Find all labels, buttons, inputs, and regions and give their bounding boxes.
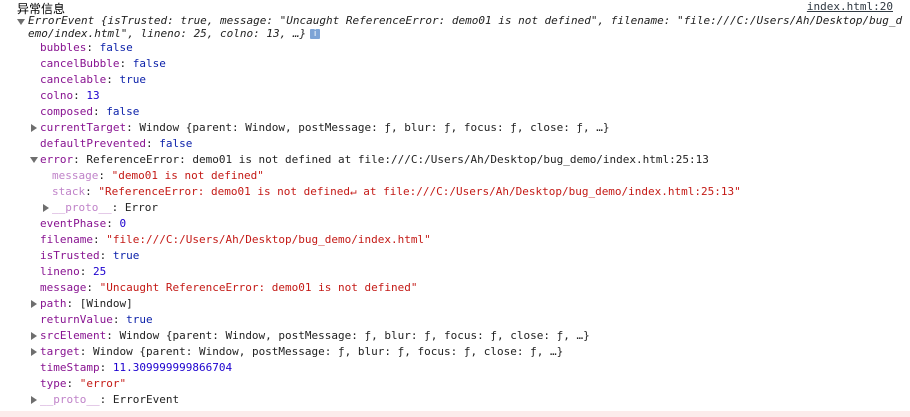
property-error-proto[interactable]: __proto__: Error	[0, 200, 900, 216]
property-value: "demo01 is not defined"	[111, 169, 264, 182]
property-timeStamp: timeStamp: 11.309999999866704	[40, 361, 233, 374]
expand-arrow-down-icon[interactable]	[30, 157, 38, 163]
property-colno: colno: 13	[40, 89, 100, 102]
property-key: cancelable	[40, 73, 107, 86]
property-value: 0	[119, 217, 127, 230]
property-error-message: message: "demo01 is not defined"	[52, 169, 264, 182]
property-value: false	[99, 41, 133, 54]
console-object-tree: ErrorEvent {isTrusted: true, message: "U…	[0, 14, 903, 408]
property-key: filename	[40, 233, 93, 246]
property-value: ReferenceError: demo01 is not defined at…	[86, 153, 709, 166]
property-returnValue: returnValue: true	[40, 313, 153, 326]
property-lineno: lineno: 25	[40, 265, 107, 278]
property-key: srcElement	[40, 329, 107, 342]
property-value: false	[106, 105, 140, 118]
property-value: 11.309999999866704	[112, 361, 233, 374]
property-key: target	[40, 345, 80, 358]
property-value: [Window]	[79, 297, 133, 310]
expand-arrow-right-icon[interactable]	[31, 348, 37, 356]
expand-arrow-right-icon[interactable]	[31, 332, 37, 340]
property-eventPhase: eventPhase: 0	[40, 217, 127, 230]
property-value: false	[159, 137, 193, 150]
property-value: "ReferenceError: demo01 is not defined↵ …	[98, 185, 741, 198]
property-value: 13	[86, 89, 100, 102]
property-key: composed	[40, 105, 93, 118]
property-key: returnValue	[40, 313, 113, 326]
property-defaultPrevented: defaultPrevented: false	[40, 137, 193, 150]
property-value: true	[126, 313, 153, 326]
property-key: stack	[52, 185, 86, 198]
property-value: Window {parent: Window, postMessage: ƒ, …	[119, 329, 590, 342]
property-cancelable: cancelable: true	[40, 73, 146, 86]
property-error[interactable]: error: ReferenceError: demo01 is not def…	[0, 152, 900, 168]
property-key: cancelBubble	[40, 57, 120, 70]
property-value: "file:///C:/Users/Ah/Desktop/bug_demo/in…	[106, 233, 431, 246]
property-key: type	[40, 377, 67, 390]
error-event-summary[interactable]: ErrorEvent {isTrusted: true, message: "U…	[0, 14, 903, 27]
property-value: Window {parent: Window, postMessage: ƒ, …	[139, 121, 610, 134]
property-key: error	[40, 153, 74, 166]
property-key: message	[40, 281, 87, 294]
property-key: __proto__	[52, 201, 112, 214]
property-value: Error	[124, 201, 158, 214]
property-proto[interactable]: __proto__: ErrorEvent	[0, 392, 900, 408]
property-value: true	[119, 73, 146, 86]
property-isTrusted: isTrusted: true	[40, 249, 140, 262]
property-key: isTrusted	[40, 249, 100, 262]
error-event-summary-continued: emo/index.html", lineno: 25, colno: 13, …	[0, 27, 900, 40]
property-cancelBubble: cancelBubble: false	[40, 57, 166, 70]
next-error-row-band	[0, 411, 910, 417]
property-key: __proto__	[40, 393, 100, 406]
expand-arrow-right-icon[interactable]	[43, 204, 49, 212]
property-value: Window {parent: Window, postMessage: ƒ, …	[93, 345, 564, 358]
property-key: timeStamp	[40, 361, 100, 374]
property-bubbles: bubbles: false	[40, 41, 133, 54]
property-key: message	[52, 169, 99, 182]
property-value: ErrorEvent	[112, 393, 180, 406]
property-key: bubbles	[40, 41, 87, 54]
property-value: "error"	[79, 377, 127, 390]
property-path[interactable]: path: [Window]	[0, 296, 900, 312]
property-currentTarget[interactable]: currentTarget: Window {parent: Window, p…	[0, 120, 900, 136]
property-target[interactable]: target: Window {parent: Window, postMess…	[0, 344, 900, 360]
info-icon[interactable]: i	[310, 29, 321, 39]
summary-text-line1: ErrorEvent {isTrusted: true, message: "U…	[28, 14, 903, 27]
property-key: defaultPrevented	[40, 137, 146, 150]
source-link[interactable]: index.html:20	[807, 0, 893, 13]
property-key: colno	[40, 89, 74, 102]
summary-text-line2: emo/index.html", lineno: 25, colno: 13, …	[28, 27, 307, 40]
property-key: path	[40, 297, 67, 310]
property-key: currentTarget	[40, 121, 127, 134]
property-message: message: "Uncaught ReferenceError: demo0…	[40, 281, 418, 294]
expand-arrow-right-icon[interactable]	[31, 124, 37, 132]
property-error-stack: stack: "ReferenceError: demo01 is not de…	[52, 185, 741, 198]
property-key: lineno	[40, 265, 80, 278]
property-value: true	[112, 249, 140, 262]
expand-arrow-down-icon[interactable]	[17, 19, 25, 25]
property-filename: filename: "file:///C:/Users/Ah/Desktop/b…	[40, 233, 431, 246]
property-composed: composed: false	[40, 105, 140, 118]
property-value: false	[132, 57, 166, 70]
property-value: 25	[93, 265, 107, 278]
property-key: eventPhase	[40, 217, 107, 230]
expand-arrow-right-icon[interactable]	[31, 396, 37, 404]
property-value: "Uncaught ReferenceError: demo01 is not …	[99, 281, 418, 294]
property-type: type: "error"	[40, 377, 127, 390]
expand-arrow-right-icon[interactable]	[31, 300, 37, 308]
property-srcElement[interactable]: srcElement: Window {parent: Window, post…	[0, 328, 900, 344]
